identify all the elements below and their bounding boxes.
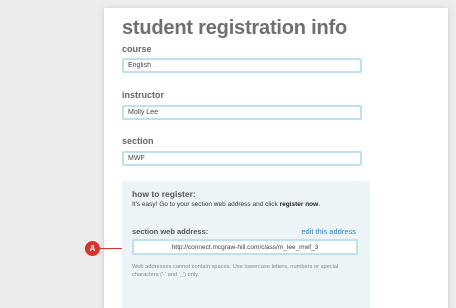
course-field[interactable]: [122, 58, 362, 73]
how-to-register-heading: how to register:: [132, 189, 196, 199]
annotation-marker: A: [85, 241, 100, 256]
registration-panel: student registration info course instruc…: [104, 8, 448, 308]
web-address-helper-text: Web addresses cannot contain spaces. Use…: [132, 264, 339, 278]
edit-address-link[interactable]: edit this address: [301, 227, 356, 236]
course-label: course: [122, 44, 152, 54]
section-label: section: [122, 136, 154, 146]
instructor-field[interactable]: [122, 105, 362, 120]
instructor-label: instructor: [122, 90, 165, 100]
page-title: student registration info: [122, 17, 348, 39]
section-field[interactable]: [122, 151, 362, 166]
register-instructions: It's easy! Go to your section web addres…: [132, 201, 320, 208]
section-web-address-field[interactable]: [132, 239, 358, 255]
section-web-address-label: section web address:: [132, 227, 209, 236]
how-to-register-box: how to register: It's easy! Go to your s…: [122, 181, 370, 308]
register-now-text: register now: [279, 201, 319, 208]
annotation-connector-line: [99, 248, 122, 249]
instructions-prefix: It's easy! Go to your section web addres…: [132, 201, 280, 208]
instructions-suffix: .: [318, 201, 321, 208]
